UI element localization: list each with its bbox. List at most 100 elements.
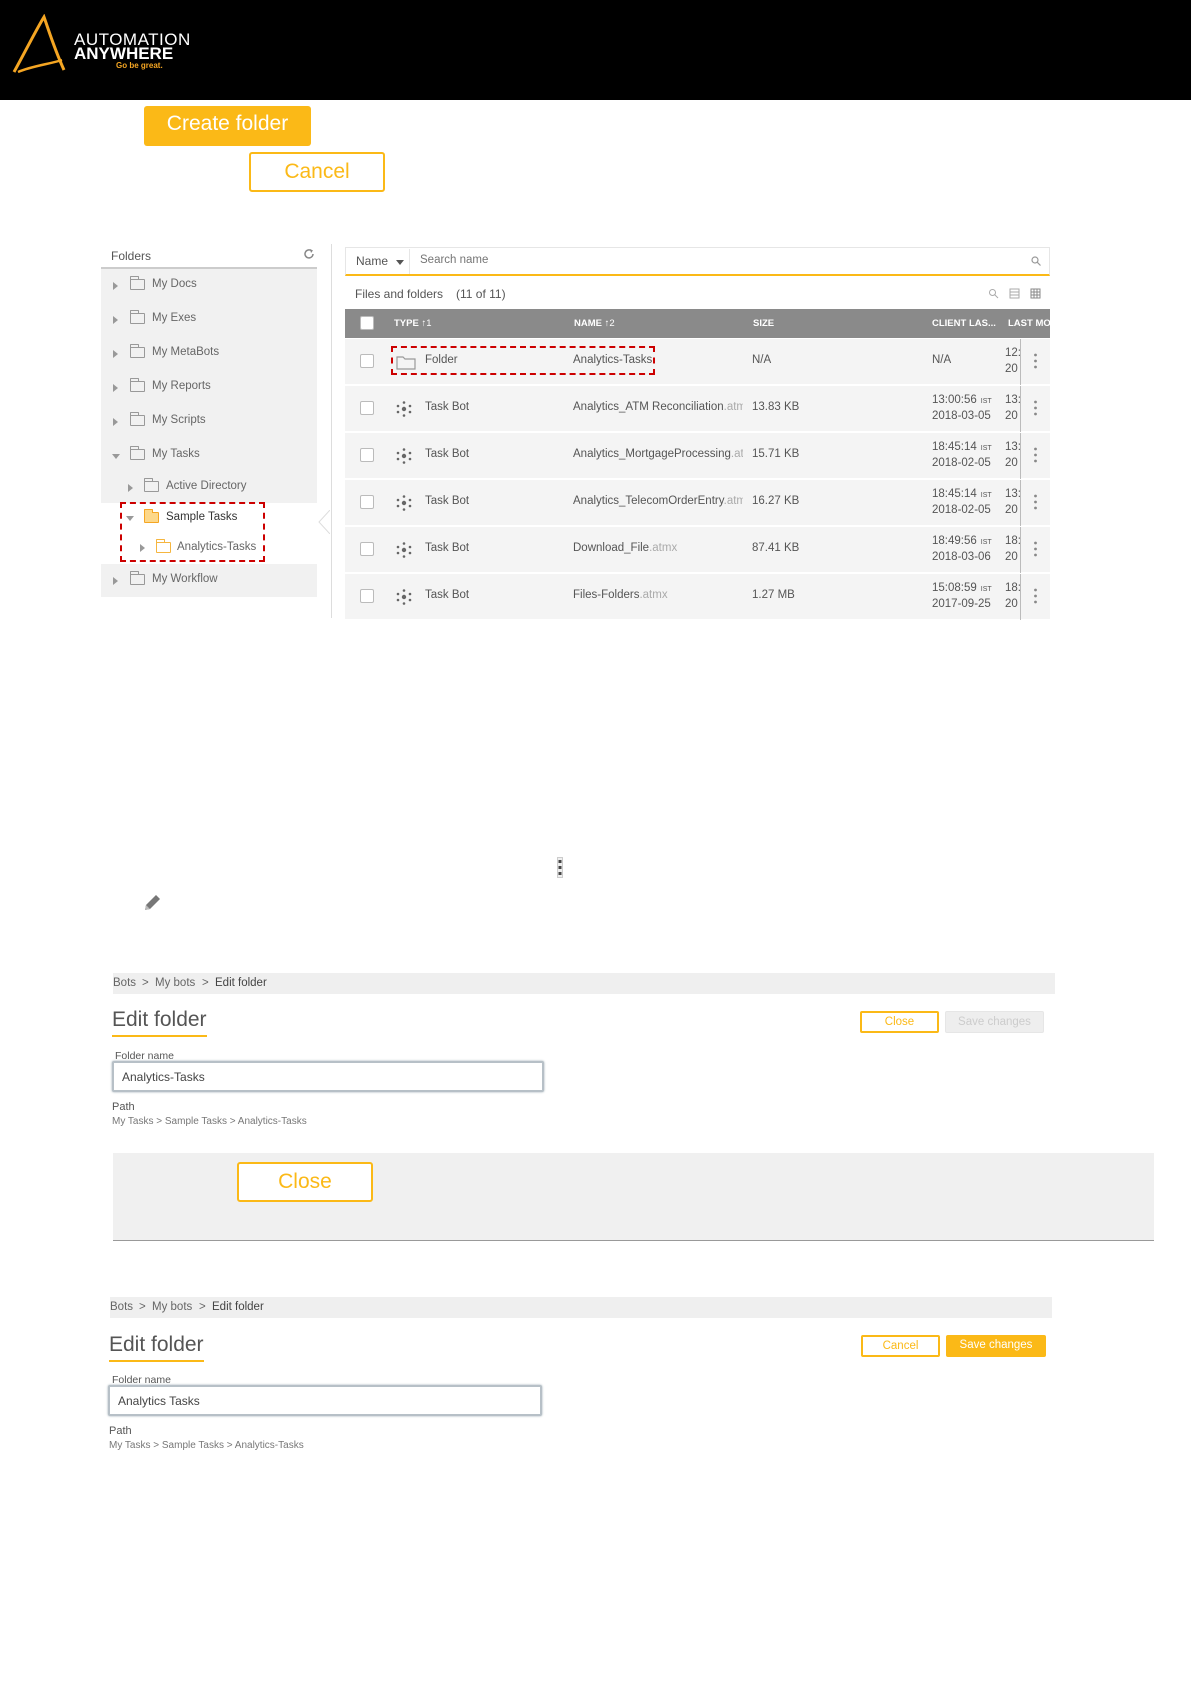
tree-item-my-metabots[interactable]: My MetaBots	[101, 337, 317, 371]
list-view-icon[interactable]	[1009, 288, 1020, 299]
row-size: 16.27 KB	[752, 495, 800, 507]
caret-down-icon[interactable]	[112, 454, 120, 459]
table-row[interactable]: Task Bot Files-Folders.atmx 1.27 MB 15:0…	[345, 574, 1050, 620]
folder-icon	[130, 571, 145, 585]
column-name[interactable]: NAME ↑2	[574, 318, 615, 329]
row-name[interactable]: Analytics_MortgageProcessing.atmx	[573, 448, 743, 460]
task-bot-icon	[396, 542, 412, 558]
caret-right-icon[interactable]	[113, 282, 118, 290]
row-checkbox[interactable]	[360, 542, 374, 556]
tree-item-my-exes[interactable]: My Exes	[101, 303, 317, 337]
tree-item-my-scripts[interactable]: My Scripts	[101, 405, 317, 439]
sort-field-dropdown[interactable]: Name	[356, 254, 388, 268]
column-size[interactable]: SIZE	[753, 318, 774, 329]
table-row[interactable]: Task Bot Analytics_ATM Reconciliation.at…	[345, 386, 1050, 432]
breadcrumb-bots[interactable]: Bots	[113, 977, 136, 989]
page-title: Edit folder	[112, 1008, 207, 1037]
row-checkbox[interactable]	[360, 448, 374, 462]
row-client-date: 2018-03-06	[932, 551, 991, 563]
row-size: 15.71 KB	[752, 448, 800, 460]
more-options-icon[interactable]	[1034, 447, 1037, 463]
folder-icon	[130, 378, 145, 392]
row-client-time: 18:45:14 IST	[932, 488, 992, 500]
row-name[interactable]: Files-Folders.atmx	[573, 589, 743, 601]
tree-item-my-docs[interactable]: My Docs	[101, 269, 317, 303]
row-name[interactable]: Analytics_TelecomOrderEntry.atmx	[573, 495, 743, 507]
close-button[interactable]: Close	[860, 1011, 939, 1033]
column-client-last[interactable]: CLIENT LAS...	[932, 318, 996, 329]
select-all-checkbox[interactable]	[360, 316, 374, 330]
more-options-icon[interactable]	[1034, 494, 1037, 510]
pencil-icon	[145, 895, 160, 910]
more-options-icon[interactable]	[1034, 353, 1037, 369]
search-icon[interactable]	[1031, 256, 1041, 266]
task-bot-icon	[396, 589, 412, 605]
app-header	[0, 0, 1191, 100]
folder-name-field[interactable]: Analytics-Tasks	[112, 1061, 544, 1092]
row-size: 13.83 KB	[752, 401, 800, 413]
breadcrumb-bots[interactable]: Bots	[110, 1301, 133, 1313]
files-title: Files and folders	[355, 287, 444, 301]
folder-icon	[130, 310, 145, 324]
table-row[interactable]: Task Bot Download_File.atmx 87.41 KB 18:…	[345, 527, 1050, 573]
save-changes-button[interactable]: Save changes	[945, 1011, 1044, 1033]
more-options-icon[interactable]	[1034, 541, 1037, 557]
caret-right-icon[interactable]	[113, 350, 118, 358]
folder-name-field[interactable]: Analytics Tasks	[108, 1385, 542, 1416]
caret-right-icon[interactable]	[113, 384, 118, 392]
row-type: Task Bot	[425, 448, 470, 460]
filter-icon[interactable]	[988, 288, 999, 299]
column-divider	[1020, 480, 1021, 526]
caret-right-icon[interactable]	[113, 316, 118, 324]
breadcrumb-separator: >	[199, 1301, 206, 1313]
row-checkbox[interactable]	[360, 495, 374, 509]
row-client-time: 18:45:14 IST	[932, 441, 992, 453]
save-changes-button[interactable]: Save changes	[946, 1335, 1046, 1357]
tree-item-my-workflow[interactable]: My Workflow	[101, 564, 317, 597]
breadcrumb-current: Edit folder	[215, 977, 267, 989]
row-name[interactable]: Analytics_ATM Reconciliation.atmx	[573, 401, 743, 413]
grid-view-icon[interactable]	[1030, 288, 1041, 299]
row-checkbox[interactable]	[360, 589, 374, 603]
column-type[interactable]: TYPE ↑1	[394, 318, 432, 329]
task-bot-icon	[396, 401, 412, 417]
refresh-icon[interactable]	[303, 248, 315, 260]
tree-item-active-directory[interactable]: Active Directory	[101, 473, 317, 503]
more-options-icon[interactable]	[1034, 588, 1037, 604]
row-client-date: 2018-03-05	[932, 410, 991, 422]
breadcrumb-my-bots[interactable]: My bots	[152, 1301, 192, 1313]
highlight-box	[391, 346, 655, 375]
more-options-icon[interactable]	[1034, 400, 1037, 416]
column-divider	[1020, 527, 1021, 573]
breadcrumb-separator: >	[202, 977, 209, 989]
cancel-button[interactable]: Cancel	[861, 1335, 940, 1357]
folders-panel-title: Folders	[111, 249, 152, 263]
chevron-down-icon[interactable]	[396, 260, 404, 265]
column-last-modified[interactable]: LAST MO	[1008, 318, 1051, 329]
tree-item-my-tasks[interactable]: My Tasks	[101, 439, 317, 473]
tree-item-my-reports[interactable]: My Reports	[101, 371, 317, 405]
caret-right-icon[interactable]	[128, 484, 133, 492]
breadcrumb-separator: >	[142, 977, 149, 989]
close-button[interactable]: Close	[237, 1162, 373, 1202]
path-value: My Tasks > Sample Tasks > Analytics-Task…	[109, 1440, 304, 1451]
table-row[interactable]: Task Bot Analytics_TelecomOrderEntry.atm…	[345, 480, 1050, 526]
column-divider	[1020, 386, 1021, 432]
row-client-time: 15:08:59 IST	[932, 582, 992, 594]
row-checkbox[interactable]	[360, 401, 374, 415]
table-row[interactable]: Task Bot Analytics_MortgageProcessing.at…	[345, 433, 1050, 479]
create-folder-button[interactable]: Create folder	[144, 106, 311, 146]
folder-icon	[130, 276, 145, 290]
tree-item-label: My Exes	[152, 312, 197, 324]
row-name[interactable]: Download_File.atmx	[573, 542, 743, 554]
tree-item-label: My Docs	[152, 278, 197, 290]
caret-right-icon[interactable]	[113, 418, 118, 426]
breadcrumb-separator: >	[139, 1301, 146, 1313]
row-checkbox[interactable]	[360, 354, 374, 368]
caret-right-icon[interactable]	[113, 577, 118, 585]
cancel-button[interactable]: Cancel	[249, 152, 385, 192]
breadcrumb-my-bots[interactable]: My bots	[155, 977, 195, 989]
tree-item-label: My Reports	[152, 380, 211, 392]
search-input[interactable]	[420, 254, 990, 266]
row-type: Task Bot	[425, 589, 470, 601]
